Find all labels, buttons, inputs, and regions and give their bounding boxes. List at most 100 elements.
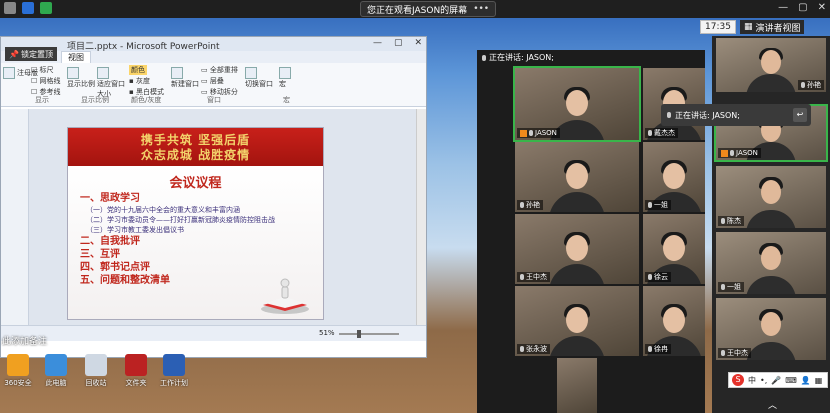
archive-icon: [125, 354, 147, 376]
tab-view[interactable]: 视图: [61, 51, 91, 63]
desktop-icon-recycle[interactable]: 回收站: [78, 354, 114, 388]
ppt-maximize-button[interactable]: ▢: [394, 38, 403, 48]
mic-icon: [721, 218, 725, 224]
app-icon[interactable]: [4, 2, 16, 14]
agenda-heading: 二、自我批评: [80, 236, 140, 247]
recycle-bin-icon: [85, 354, 107, 376]
ime-mode-toggle[interactable]: 中: [748, 375, 756, 386]
tray-icons: [4, 2, 52, 14]
side-video-tile[interactable]: 王中杰: [716, 298, 826, 360]
avatar: [761, 49, 781, 74]
zoom-button[interactable]: 显示比例: [67, 67, 95, 89]
avatar-body: [746, 74, 796, 92]
close-button[interactable]: ✕: [818, 2, 826, 13]
participant-name: 孙艳: [798, 80, 824, 90]
maximize-button[interactable]: ▢: [798, 2, 807, 13]
zoom-level: 51%: [319, 329, 335, 337]
speaker-column: 孙艳 JASON 陈杰 一姐 王中杰: [712, 36, 830, 413]
ruler-checkbox[interactable]: ☐ 标尺: [31, 65, 54, 75]
ppt-close-button[interactable]: ✕: [414, 38, 422, 48]
side-video-tile[interactable]: 孙艳: [716, 38, 826, 92]
slide-thumbnail-pane[interactable]: [1, 109, 29, 341]
switch-window-button[interactable]: 切换窗口: [245, 67, 273, 89]
user-icon[interactable]: 👤: [801, 376, 811, 385]
side-video-tile[interactable]: 一姐: [716, 232, 826, 294]
mic-icon: [721, 350, 725, 356]
mic-icon: [529, 130, 533, 136]
mic-icon: [520, 202, 524, 208]
video-tile-partial[interactable]: [557, 358, 597, 413]
macro-button[interactable]: 宏: [279, 67, 293, 89]
shield-icon[interactable]: [22, 2, 34, 14]
pin-label: 锁定置顶: [20, 49, 53, 59]
powerpoint-window: 项目二.pptx - Microsoft PowerPoint — ▢ ✕ 📌 …: [0, 36, 427, 358]
mic-icon: [730, 150, 734, 156]
mic-icon: [648, 130, 652, 136]
video-tile-jason[interactable]: JASON: [513, 66, 641, 142]
video-tile-participant[interactable]: 孙艳: [515, 142, 639, 212]
arrange-all-button[interactable]: ▭ 全部重排: [201, 65, 238, 75]
desktop-icon-computer[interactable]: 此电脑: [38, 354, 74, 388]
desktop-icon-work-plan[interactable]: 工作计划: [156, 354, 192, 388]
video-tile-participant[interactable]: 张永波: [515, 286, 639, 356]
gridlines-checkbox[interactable]: ☐ 网格线: [31, 76, 61, 86]
sogou-logo-icon[interactable]: S: [732, 374, 744, 386]
avatar: [566, 89, 588, 116]
group-show-label: 显示: [35, 96, 49, 104]
mic-icon: [648, 202, 652, 208]
mic-icon: [721, 284, 725, 290]
zoom-slider-knob[interactable]: [357, 330, 361, 338]
voice-input-icon[interactable]: 🎤: [771, 376, 781, 385]
keyboard-icon[interactable]: ⌨: [785, 376, 797, 385]
side-video-tile[interactable]: 陈杰: [716, 166, 826, 228]
new-window-icon: [171, 67, 183, 79]
grid-icon: ▦: [743, 22, 753, 32]
punctuation-toggle[interactable]: •,: [760, 376, 767, 385]
avatar-body: [549, 192, 605, 212]
avatar: [566, 307, 588, 333]
pin-icon: 📌: [9, 49, 19, 59]
agenda-heading: 三、互评: [80, 249, 120, 260]
vertical-scrollbar[interactable]: [416, 109, 426, 341]
toolbox-icon[interactable]: ▦: [815, 376, 823, 385]
video-tile-participant[interactable]: 一姐: [643, 142, 705, 212]
ribbon-tabs: 视图: [1, 51, 426, 63]
screen-share-indicator[interactable]: 您正在观看JASON的屏幕 •••: [360, 1, 497, 17]
color-button[interactable]: 颜色: [129, 65, 147, 75]
new-window-button[interactable]: 新建窗口: [171, 67, 199, 89]
signal-icon[interactable]: [40, 2, 52, 14]
avatar-body: [549, 264, 605, 284]
avatar-body: [746, 342, 796, 360]
slide-banner: 携手共筑 坚强后盾 众志成城 战胜疫情: [68, 128, 323, 166]
desktop-icon-folder[interactable]: 文件夹: [118, 354, 154, 388]
back-button[interactable]: ↩: [793, 108, 807, 122]
magnifier-icon: [67, 67, 79, 79]
desktop-icon-360[interactable]: 360安全: [0, 354, 36, 388]
speaker-view-toggle[interactable]: ▦ 演讲者视图: [739, 20, 805, 34]
participant-name: 王中杰: [517, 272, 550, 282]
pin-top-button[interactable]: 📌 锁定置顶: [5, 47, 57, 61]
agenda-list: 一、思政学习 （一）党的十九届六中全会的重大意义和丰富内涵 （二）学习市委动员令…: [80, 192, 275, 287]
grayscale-button[interactable]: ▪ 灰度: [129, 76, 150, 86]
more-icon[interactable]: •••: [473, 4, 489, 14]
video-tile-participant[interactable]: 徐冉: [643, 286, 705, 356]
window-controls: — ▢ ✕: [778, 2, 826, 13]
mic-icon: [520, 346, 524, 352]
ppt-title-bar[interactable]: 项目二.pptx - Microsoft PowerPoint — ▢ ✕: [1, 37, 426, 52]
speaking-popup[interactable]: 正在讲话: JASON; ↩: [661, 104, 811, 126]
chevron-up-icon[interactable]: ︿: [768, 398, 777, 411]
cascade-button[interactable]: ▭ 层叠: [201, 76, 224, 86]
speaker-view-label: 演讲者视图: [755, 23, 801, 34]
fit-icon: [97, 67, 109, 79]
minimize-button[interactable]: —: [778, 2, 788, 13]
video-tile-participant[interactable]: 王中杰: [515, 214, 639, 284]
video-tile-participant[interactable]: 徐云: [643, 214, 705, 284]
participant-name: 陈杰: [718, 216, 744, 226]
notes-placeholder[interactable]: 此添加备注: [2, 334, 47, 347]
ppt-window-controls: — ▢ ✕: [373, 38, 422, 48]
zoom-slider[interactable]: [339, 333, 399, 335]
ppt-minimize-button[interactable]: —: [373, 38, 382, 48]
avatar-body: [549, 336, 605, 356]
ppt-window-title: 项目二.pptx - Microsoft PowerPoint: [67, 42, 220, 52]
current-slide[interactable]: 携手共筑 坚强后盾 众志成城 战胜疫情 会议议程 一、思政学习 （一）党的十九届…: [67, 127, 324, 320]
